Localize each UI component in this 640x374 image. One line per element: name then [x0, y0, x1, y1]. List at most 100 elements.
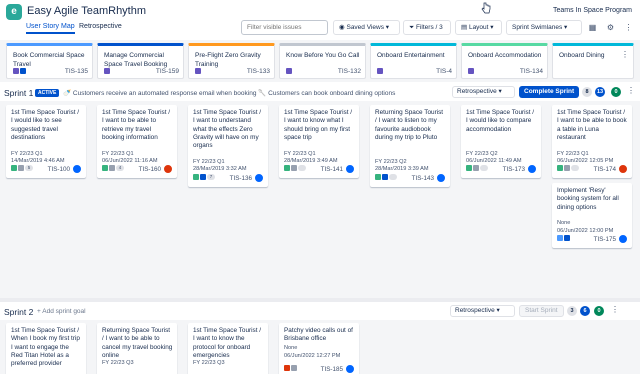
- more-icon[interactable]: ⋮: [611, 305, 619, 314]
- issue-card[interactable]: 1st Time Space Tourist / I want to be ab…: [97, 105, 177, 178]
- priority-icon: [18, 165, 24, 172]
- filter-input[interactable]: [241, 20, 328, 35]
- retrospective-select[interactable]: Retrospective ▾: [452, 86, 515, 98]
- priority-icon: [109, 165, 115, 172]
- priority-icon: [564, 235, 570, 242]
- avatar[interactable]: [345, 364, 355, 374]
- estimate-badge: [571, 165, 579, 172]
- card-footer: TIS-141: [284, 164, 355, 174]
- epic-title: Onboard Accommodation: [468, 52, 542, 59]
- layout-icon: ▤: [461, 24, 469, 31]
- avatar[interactable]: [72, 164, 82, 174]
- story-icon: [284, 165, 290, 172]
- epic-card[interactable]: Onboard Dining ⋮: [552, 43, 634, 79]
- estimate-badge: [389, 174, 397, 181]
- swimlanes-label: Sprint Swimlanes: [512, 24, 563, 31]
- issue-card[interactable]: Returning Space Tourist / I want to be a…: [97, 323, 177, 374]
- card-summary: 1st Time Space Tourist / I want to be ab…: [102, 109, 171, 141]
- epic-title: Onboard Entertainment: [377, 52, 445, 59]
- sprint-goal[interactable]: 🍼 Customers receive an automated respons…: [63, 89, 395, 97]
- avatar[interactable]: [345, 164, 355, 174]
- epic-card[interactable]: Onboard Accommodation TIS-134: [461, 43, 548, 79]
- issue-card[interactable]: Implement 'Resy' booking system for all …: [552, 183, 632, 248]
- start-sprint-button[interactable]: Start Sprint: [519, 305, 564, 317]
- card-fix-version: None: [557, 220, 571, 226]
- tab-user-story-map[interactable]: User Story Map: [26, 23, 75, 34]
- priority-icon: [291, 365, 297, 372]
- issue-card[interactable]: 1st Time Space Tourist / I would like to…: [461, 105, 541, 178]
- epic-card[interactable]: Pre-Flight Zero Gravity Training TIS-133: [188, 43, 275, 79]
- layout-button[interactable]: ▤ Layout ▾: [455, 20, 502, 35]
- card-summary: 1st Time Space Tourist / I would like to…: [11, 109, 80, 141]
- settings-icon[interactable]: ⚙: [603, 20, 618, 35]
- epic-card[interactable]: Onboard Entertainment TIS-4: [370, 43, 457, 79]
- issue-card[interactable]: 1st Time Space Tourist / I want to under…: [188, 105, 268, 187]
- card-key: TIS-141: [320, 166, 343, 173]
- priority-icon: [200, 174, 206, 181]
- priority-icon: [382, 174, 388, 181]
- todo-count: 3: [567, 306, 577, 316]
- saved-views-button[interactable]: ◉ Saved Views ▾: [333, 20, 400, 35]
- more-icon[interactable]: ⋮: [627, 86, 635, 95]
- card-summary: 1st Time Space Tourist / I want to know …: [284, 109, 353, 141]
- issue-card[interactable]: 1st Time Space Tourist / I would like to…: [6, 105, 86, 178]
- epic-card[interactable]: Book Commercial Space Travel TIS-135: [6, 43, 93, 79]
- issue-card[interactable]: Returning Space Tourist / I want to list…: [370, 105, 450, 187]
- chevron-down-icon: ▾: [488, 24, 494, 31]
- app-header: e Easy Agile TeamRhythm Teams In Space P…: [0, 0, 640, 38]
- more-icon[interactable]: ⋮: [621, 50, 629, 59]
- sprint-name: Sprint 2: [4, 307, 34, 317]
- card-key: TIS-100: [47, 166, 70, 173]
- issue-card[interactable]: Patchy video calls out of Brisbane offic…: [279, 323, 359, 374]
- issue-card[interactable]: 1st Time Space Tourist / I want to know …: [279, 105, 359, 178]
- card-summary: Implement 'Resy' booking system for all …: [557, 187, 619, 211]
- swimlanes-button[interactable]: Sprint Swimlanes ▾: [506, 20, 582, 35]
- card-footer: TIS-173: [466, 164, 537, 174]
- estimate-badge: 4: [116, 165, 124, 172]
- estimate-badge: 5: [25, 165, 33, 172]
- epic-card[interactable]: Manage Commercial Space Travel Booking T…: [97, 43, 184, 79]
- issue-card[interactable]: 1st Time Space Tourist / I want to be ab…: [552, 105, 632, 178]
- estimate-badge: 7: [207, 174, 215, 181]
- issue-card[interactable]: 1st Time Space Tourist / I want to know …: [188, 323, 268, 374]
- card-key: TIS-173: [502, 166, 525, 173]
- epic-type-icon: [377, 68, 383, 75]
- tab-retrospective[interactable]: Retrospective: [79, 23, 122, 30]
- epic-title: Book Commercial Space Travel: [13, 52, 85, 68]
- complete-sprint-button[interactable]: Complete Sprint: [519, 86, 580, 98]
- avatar[interactable]: [254, 173, 264, 183]
- avatar[interactable]: [618, 234, 628, 244]
- card-summary: 1st Time Space Tourist / I want to under…: [193, 109, 262, 150]
- retrospective-select[interactable]: Retrospective ▾: [450, 305, 515, 317]
- story-icon: [193, 174, 199, 181]
- card-key: TIS-143: [411, 175, 434, 182]
- card-key: TIS-175: [593, 236, 616, 243]
- avatar[interactable]: [436, 173, 446, 183]
- add-sprint-goal-button[interactable]: + Add sprint goal: [37, 308, 86, 315]
- more-icon[interactable]: ⋮: [621, 20, 636, 35]
- horizontal-scrollbar[interactable]: [0, 298, 640, 302]
- avatar[interactable]: [618, 164, 628, 174]
- epic-card[interactable]: Know Before You Go Call TIS-132: [279, 43, 366, 79]
- avatar[interactable]: [163, 164, 173, 174]
- filters-button[interactable]: ⏷ Filters / 3: [403, 20, 451, 35]
- status-icon: [20, 68, 26, 75]
- epic-key: TIS-133: [246, 68, 270, 75]
- card-summary: 1st Time Space Tourist / I would like to…: [466, 109, 535, 133]
- card-key: TIS-174: [593, 166, 616, 173]
- notes-icon[interactable]: ▦: [585, 20, 600, 35]
- team-name: Teams In Space Program: [553, 7, 632, 14]
- avatar[interactable]: [527, 164, 537, 174]
- epic-badges: [195, 68, 202, 75]
- epic-key: TIS-4: [436, 68, 452, 75]
- done-count: 0: [611, 87, 621, 97]
- epic-key: TIS-134: [519, 68, 543, 75]
- task-icon: [557, 235, 563, 242]
- epic-title: Onboard Dining: [559, 52, 605, 59]
- epic-title: Pre-Flight Zero Gravity Training: [195, 52, 261, 68]
- issue-card[interactable]: 1st Time Space Tourist / When I book my …: [6, 323, 86, 374]
- priority-icon: [291, 165, 297, 172]
- card-footer: TIS-185: [284, 364, 355, 374]
- app-logo: e: [6, 4, 22, 20]
- epic-badges: [104, 68, 111, 75]
